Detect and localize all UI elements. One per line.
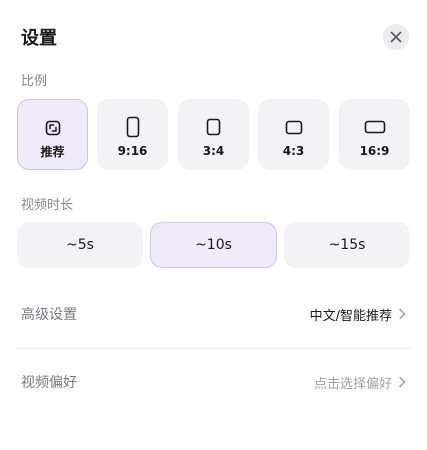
chevron-right-icon (399, 308, 406, 320)
portrait-9-16-icon (126, 116, 139, 138)
duration-section-label: 视频时长 (21, 198, 74, 213)
chevron-right-icon (399, 376, 406, 388)
video-preference-row[interactable]: 视频偏好 点击选择偏好 (21, 370, 406, 394)
settings-sheet: 设置 比例 推荐 9:16 3:4 4:3 16:9 视频时长 ~5s ~10s… (0, 0, 427, 450)
divider (16, 348, 411, 349)
video-preference-value: 点击选择偏好 (313, 376, 392, 392)
duration-option-15s[interactable]: ~15s (284, 222, 410, 268)
ratio-option-recommended[interactable]: 推荐 (17, 99, 88, 170)
landscape-4-3-icon (285, 120, 302, 134)
ratio-option-3-4[interactable]: 3:4 (178, 99, 249, 170)
ratio-option-label: 16:9 (359, 144, 390, 158)
video-preference-label: 视频偏好 (21, 375, 77, 391)
close-button[interactable] (383, 24, 409, 50)
ratio-option-9-16[interactable]: 9:16 (97, 99, 168, 170)
ratio-option-4-3[interactable]: 4:3 (258, 99, 329, 170)
ratio-option-label: 4:3 (282, 144, 305, 158)
ratio-option-label: 推荐 (40, 145, 65, 159)
duration-option-5s[interactable]: ~5s (17, 222, 143, 268)
landscape-16-9-icon (364, 120, 385, 134)
auto-crop-icon (45, 120, 60, 136)
ratio-option-label: 9:16 (117, 144, 148, 158)
page-title: 设置 (21, 28, 57, 49)
duration-option-10s[interactable]: ~10s (150, 222, 277, 268)
ratio-option-label: 3:4 (202, 144, 225, 158)
advanced-settings-label: 高级设置 (21, 307, 77, 323)
ratio-section-label: 比例 (21, 74, 48, 89)
close-icon (390, 31, 402, 43)
portrait-3-4-icon (206, 118, 221, 136)
ratio-option-16-9[interactable]: 16:9 (339, 99, 410, 170)
advanced-settings-row[interactable]: 高级设置 中文/智能推荐 (21, 302, 406, 326)
advanced-settings-value: 中文/智能推荐 (309, 308, 392, 324)
